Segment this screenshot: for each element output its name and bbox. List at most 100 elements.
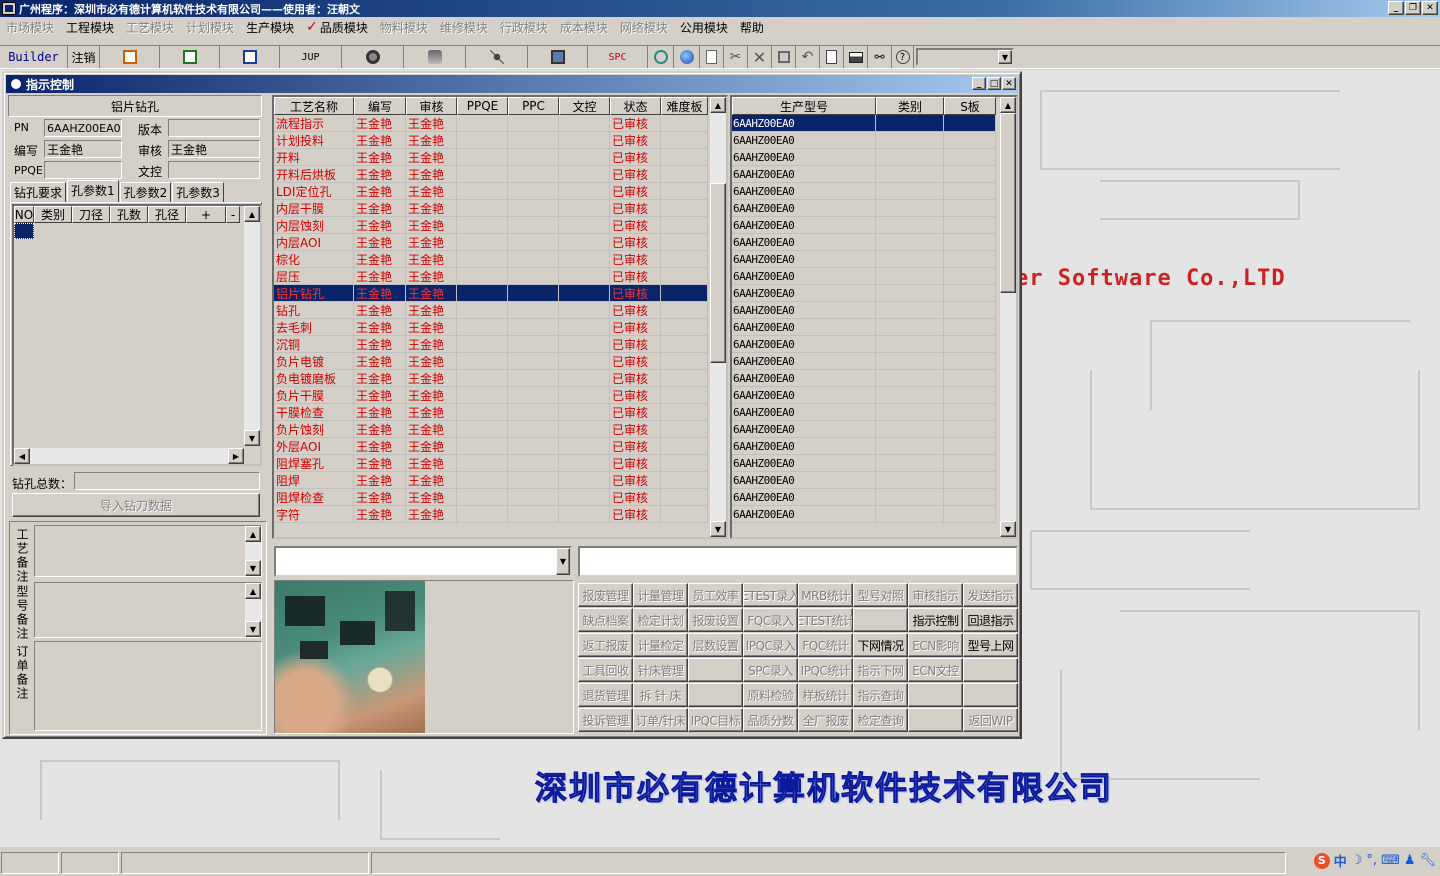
table-row[interactable]: 6AAHZ00EA0 xyxy=(732,455,1016,472)
menu-item-1[interactable]: 工程模块 xyxy=(60,19,120,36)
model-cell[interactable] xyxy=(944,336,996,353)
process-header-2[interactable]: 审核 xyxy=(406,97,457,115)
function-button-2-4[interactable]: FQC统计 xyxy=(798,633,853,657)
process-cell[interactable]: 王金艳 xyxy=(354,285,406,302)
process-cell[interactable]: 王金艳 xyxy=(406,251,457,268)
chevron-down-icon[interactable]: ▼ xyxy=(556,548,570,575)
function-button-1-3[interactable]: FQC录入 xyxy=(743,608,798,632)
process-cell[interactable] xyxy=(457,115,508,132)
function-button-5-5[interactable]: 检定查询 xyxy=(853,708,908,732)
function-button-4-5[interactable]: 指示查询 xyxy=(853,683,908,707)
table-row[interactable]: 6AAHZ00EA0 xyxy=(732,404,1016,421)
process-cell[interactable]: 已审核 xyxy=(610,455,661,472)
table-row[interactable]: 开料后烘板 王金艳 王金艳 已审核 xyxy=(274,166,726,183)
process-cell[interactable]: 王金艳 xyxy=(406,404,457,421)
scroll-down-icon[interactable]: ▼ xyxy=(245,621,261,637)
table-row[interactable]: 6AAHZ00EA0 xyxy=(732,370,1016,387)
process-cell[interactable] xyxy=(661,387,708,404)
model-cell[interactable]: 6AAHZ00EA0 xyxy=(732,217,876,234)
process-cell[interactable] xyxy=(661,115,708,132)
model-cell[interactable] xyxy=(944,489,996,506)
process-cell[interactable]: 内层干膜 xyxy=(274,200,354,217)
process-cell[interactable]: 已审核 xyxy=(610,387,661,404)
process-cell[interactable] xyxy=(559,149,610,166)
process-cell[interactable]: 已审核 xyxy=(610,285,661,302)
process-cell[interactable]: 王金艳 xyxy=(406,438,457,455)
model-cell[interactable] xyxy=(944,387,996,404)
scroll-down-icon[interactable]: ▼ xyxy=(710,521,726,537)
model-cell[interactable] xyxy=(876,115,944,132)
process-cell[interactable] xyxy=(457,506,508,523)
punctuation-icon[interactable]: °, xyxy=(1366,853,1377,868)
model-cell[interactable] xyxy=(944,166,996,183)
view-button[interactable] xyxy=(342,46,404,68)
process-cell[interactable] xyxy=(508,387,559,404)
drill-grid-hscroll[interactable]: ◀ ▶ xyxy=(14,448,244,464)
process-cell[interactable]: 王金艳 xyxy=(354,115,406,132)
process-cell[interactable]: 王金艳 xyxy=(406,115,457,132)
minimize-button[interactable]: _ xyxy=(1388,1,1404,15)
table-row[interactable]: 内层干膜 王金艳 王金艳 已审核 xyxy=(274,200,726,217)
process-cell[interactable]: 已审核 xyxy=(610,438,661,455)
close-button[interactable]: ✕ xyxy=(1422,1,1438,15)
table-row[interactable]: 开料 王金艳 王金艳 已审核 xyxy=(274,149,726,166)
table-row[interactable]: 6AAHZ00EA0 xyxy=(732,506,1016,523)
refresh-button[interactable] xyxy=(648,46,674,68)
table-row[interactable]: 去毛刺 王金艳 王金艳 已审核 xyxy=(274,319,726,336)
process-cell[interactable] xyxy=(661,302,708,319)
table-row[interactable]: 字符 王金艳 王金艳 已审核 xyxy=(274,506,726,523)
process-cell[interactable]: 已审核 xyxy=(610,302,661,319)
table-row[interactable]: 负片电镀 王金艳 王金艳 已审核 xyxy=(274,353,726,370)
function-button-0-5[interactable]: 型号对照 xyxy=(853,583,908,607)
process-cell[interactable] xyxy=(559,200,610,217)
model-grid-scroll-thumb[interactable] xyxy=(1000,113,1016,293)
scroll-right-icon[interactable]: ▶ xyxy=(228,448,244,464)
process-cell[interactable]: LDI定位孔 xyxy=(274,183,354,200)
process-cell[interactable]: 王金艳 xyxy=(354,353,406,370)
model-cell[interactable]: 6AAHZ00EA0 xyxy=(732,149,876,166)
process-cell[interactable] xyxy=(508,438,559,455)
drill-total-field[interactable] xyxy=(74,472,260,490)
process-cell[interactable] xyxy=(661,421,708,438)
process-cell[interactable]: 王金艳 xyxy=(406,387,457,404)
model-cell[interactable] xyxy=(876,166,944,183)
process-cell[interactable] xyxy=(559,115,610,132)
function-button-3-6[interactable]: ECN文控 xyxy=(908,658,963,682)
table-row[interactable]: 钻孔 王金艳 王金艳 已审核 xyxy=(274,302,726,319)
process-cell[interactable] xyxy=(559,217,610,234)
model-cell[interactable] xyxy=(944,353,996,370)
help-button[interactable]: ? xyxy=(892,46,914,68)
order-note-field[interactable] xyxy=(34,641,262,731)
table-row[interactable]: 层压 王金艳 王金艳 已审核 xyxy=(274,268,726,285)
process-cell[interactable]: 王金艳 xyxy=(406,336,457,353)
model-cell[interactable] xyxy=(944,268,996,285)
model-cell[interactable]: 6AAHZ00EA0 xyxy=(732,370,876,387)
process-cell[interactable] xyxy=(508,455,559,472)
table-row[interactable]: 6AAHZ00EA0 xyxy=(732,387,1016,404)
find-button[interactable]: ⚯ xyxy=(868,46,892,68)
jup-button[interactable]: JUP xyxy=(280,46,342,68)
process-cell[interactable] xyxy=(457,353,508,370)
cut-button[interactable]: ✂ xyxy=(724,46,748,68)
process-grid-scroll-thumb[interactable] xyxy=(710,183,726,363)
model-cell[interactable]: 6AAHZ00EA0 xyxy=(732,319,876,336)
process-cell[interactable]: 已审核 xyxy=(610,404,661,421)
process-cell[interactable] xyxy=(457,217,508,234)
process-cell[interactable] xyxy=(457,234,508,251)
logout-button[interactable]: 注销 xyxy=(68,46,100,68)
table-row[interactable]: 流程指示 王金艳 王金艳 已审核 xyxy=(274,115,726,132)
menu-item-7[interactable]: 维修模块 xyxy=(434,19,494,36)
model-cell[interactable]: 6AAHZ00EA0 xyxy=(732,234,876,251)
function-button-2-2[interactable]: 层数设置 xyxy=(688,633,743,657)
process-cell[interactable] xyxy=(559,353,610,370)
tab-hole-param-0[interactable]: 钻孔要求 xyxy=(10,182,67,203)
model-cell[interactable] xyxy=(876,302,944,319)
process-cell[interactable] xyxy=(559,489,610,506)
function-button-4-7[interactable] xyxy=(963,683,1018,707)
model-cell[interactable]: 6AAHZ00EA0 xyxy=(732,302,876,319)
table-row[interactable]: 干膜检查 王金艳 王金艳 已审核 xyxy=(274,404,726,421)
process-cell[interactable] xyxy=(457,472,508,489)
process-cell[interactable] xyxy=(661,489,708,506)
process-cell[interactable] xyxy=(508,251,559,268)
process-cell[interactable] xyxy=(559,268,610,285)
